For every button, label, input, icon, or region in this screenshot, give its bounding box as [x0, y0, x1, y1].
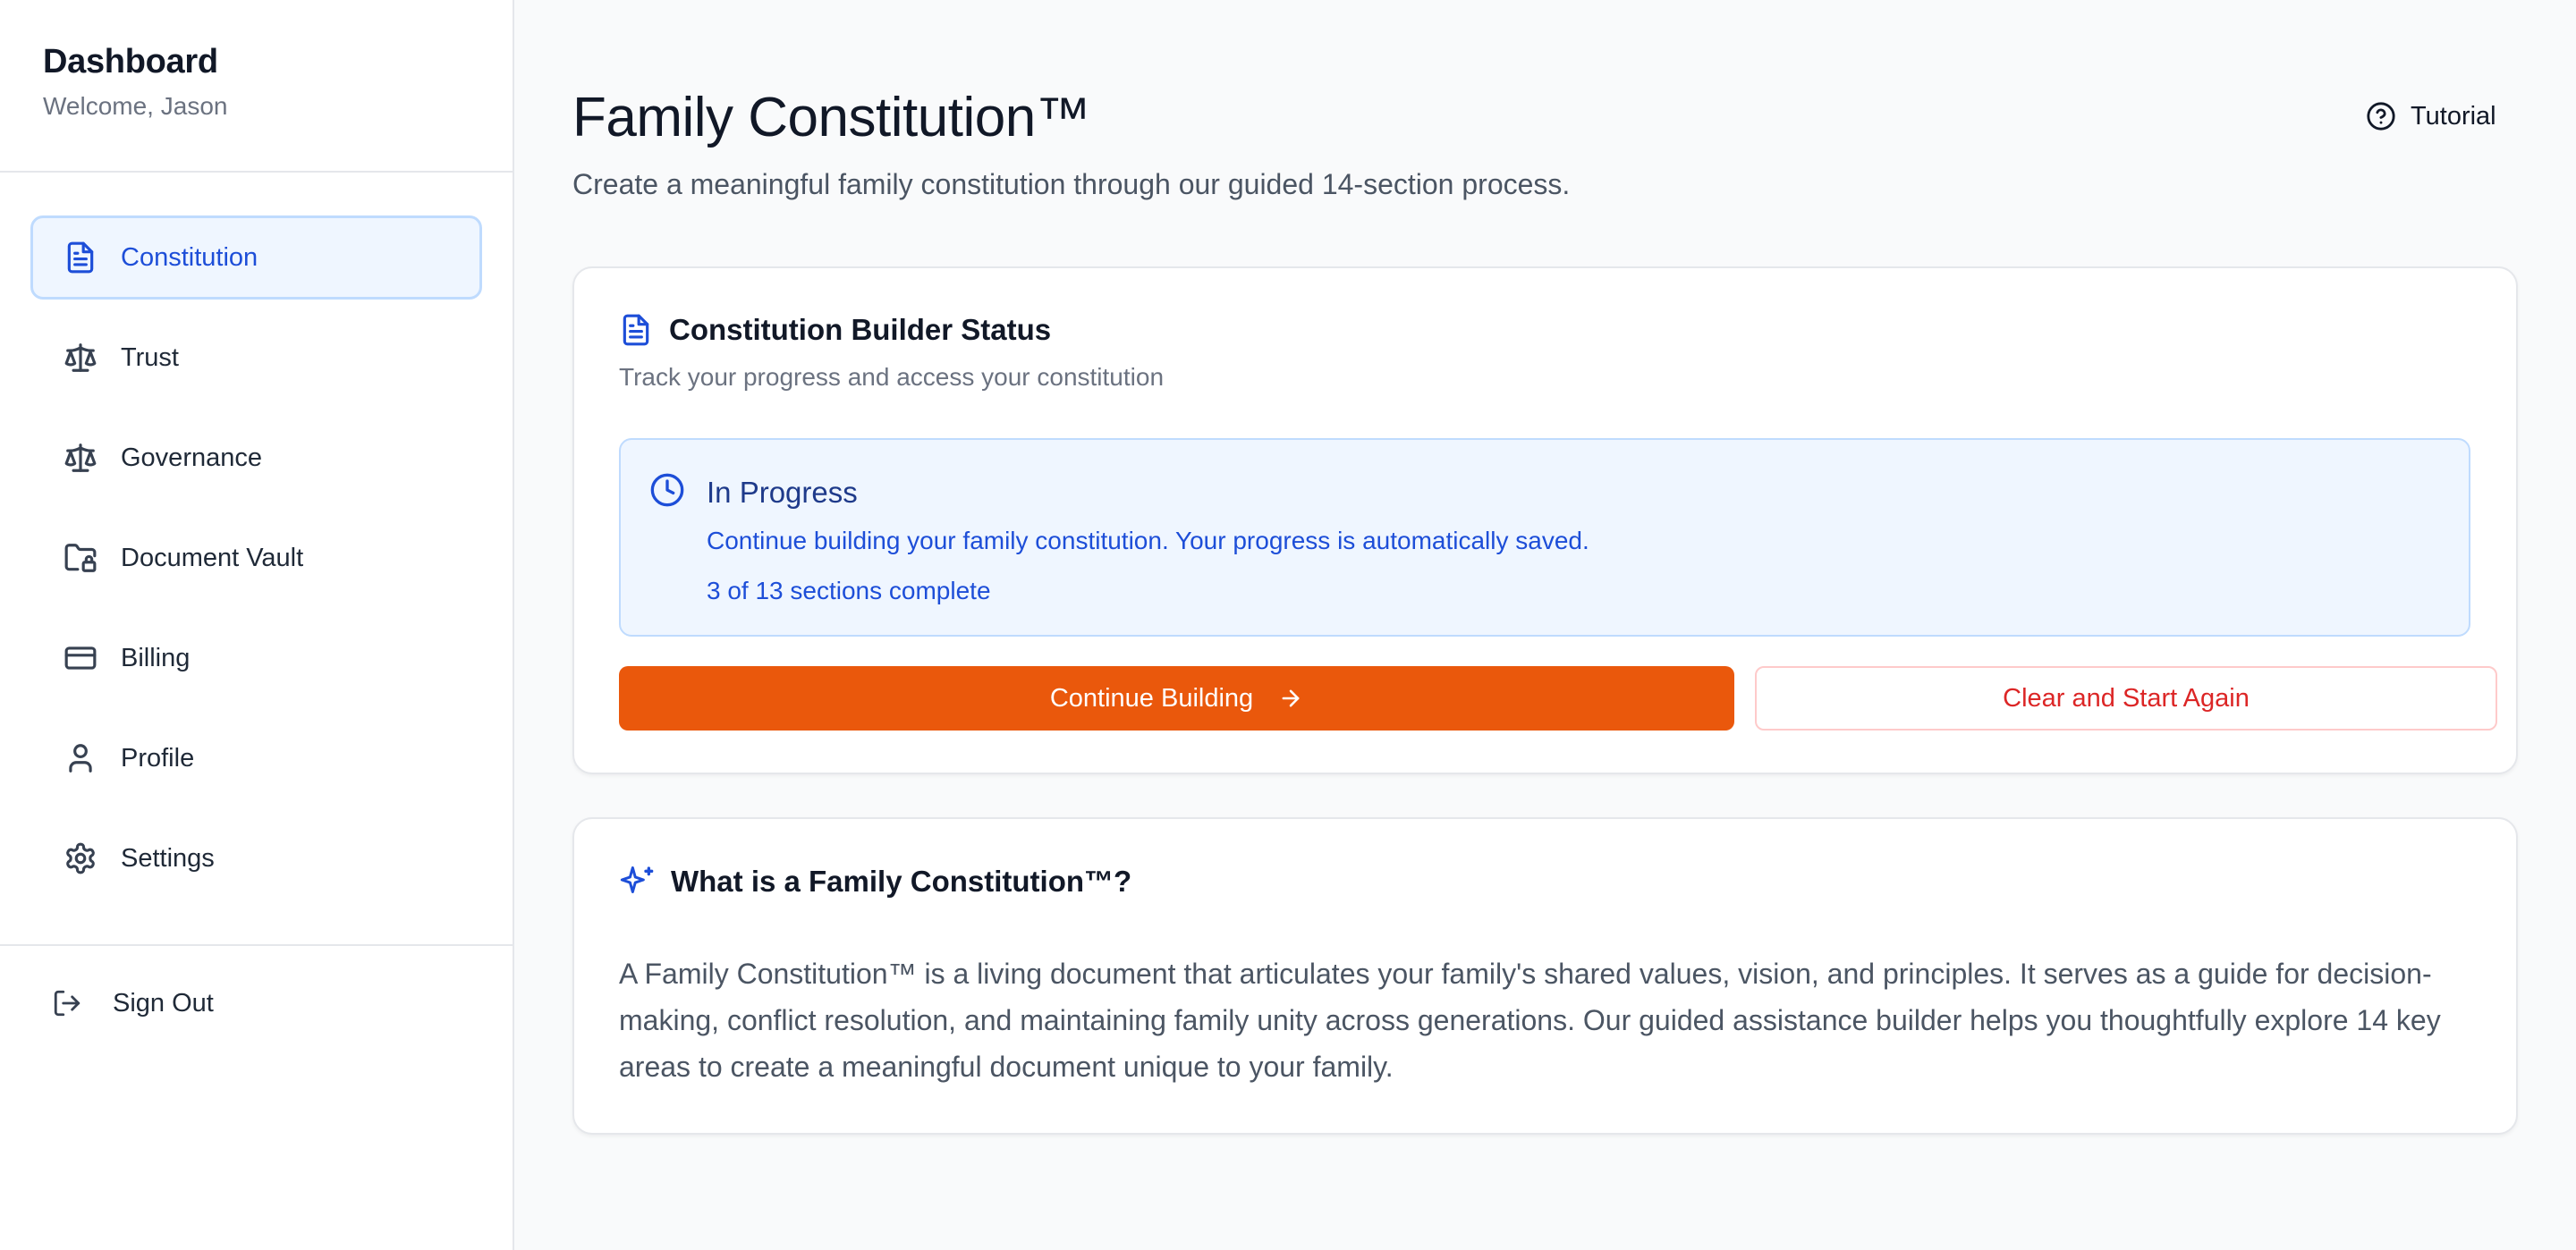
credit-card-icon	[62, 639, 99, 677]
sidebar-item-label: Constitution	[121, 242, 258, 272]
status-title: In Progress	[707, 476, 858, 509]
sign-out-button[interactable]: Sign Out	[48, 984, 214, 1022]
document-icon	[62, 239, 99, 276]
document-icon	[623, 314, 649, 346]
log-out-icon	[48, 984, 86, 1022]
sidebar-item-label: Profile	[121, 743, 195, 773]
sidebar-item-label: Billing	[121, 643, 191, 672]
sidebar-item-label: Settings	[121, 843, 215, 873]
sidebar-item-label: Document Vault	[121, 543, 304, 572]
clear-and-start-again-button[interactable]: Clear and Start Again	[1755, 666, 2497, 731]
about-description: A Family Constitution™ is a living docum…	[619, 958, 2441, 1083]
card-header: Constitution Builder Status	[619, 313, 1051, 347]
card-header: What is a Family Constitution™?	[619, 864, 1131, 899]
tutorial-button[interactable]: Tutorial	[2366, 101, 2496, 131]
sidebar-item-document-vault[interactable]: Document Vault	[30, 516, 482, 600]
card-subtitle: Track your progress and access your cons…	[619, 363, 1165, 391]
sidebar-item-label: Trust	[121, 342, 179, 372]
folder-lock-icon	[62, 539, 99, 577]
about-constitution-card: What is a Family Constitution™? A Family…	[572, 817, 2518, 1135]
welcome-text: Welcome, Jason	[43, 92, 228, 120]
sidebar-item-constitution[interactable]: Constitution	[30, 215, 482, 300]
scale-icon	[62, 439, 99, 477]
status-panel: In Progress Continue building your famil…	[619, 438, 2470, 637]
continue-building-label: Continue Building	[1049, 683, 1254, 713]
user-icon	[62, 739, 99, 777]
gear-icon	[62, 840, 99, 877]
sidebar-item-label: Governance	[121, 443, 262, 472]
sidebar-header: Dashboard Welcome, Jason	[0, 0, 513, 173]
arrow-right-icon	[1278, 686, 1303, 711]
sections-complete-count: 3 of 13 sections complete	[707, 577, 991, 604]
sidebar-title: Dashboard	[43, 43, 218, 80]
tutorial-label: Tutorial	[2411, 101, 2496, 131]
sparkles-icon	[620, 866, 654, 894]
sidebar-nav: Constitution Trust Governance Document V…	[0, 173, 513, 946]
card-title: Constitution Builder Status	[669, 313, 1052, 346]
sidebar-item-settings[interactable]: Settings	[30, 816, 482, 900]
page-subtitle: Create a meaningful family constitution …	[572, 168, 1571, 200]
sidebar: Dashboard Welcome, Jason Constitution Tr…	[0, 0, 514, 1250]
scale-icon	[62, 339, 99, 376]
clear-and-start-again-label: Clear and Start Again	[2003, 683, 2250, 713]
sidebar-item-profile[interactable]: Profile	[30, 716, 482, 800]
page-title: Family Constitution™	[572, 87, 1091, 148]
status-description: Continue building your family constituti…	[707, 527, 1589, 554]
sidebar-item-governance[interactable]: Governance	[30, 416, 482, 500]
continue-building-button[interactable]: Continue Building	[619, 666, 1734, 731]
help-circle-icon	[2367, 102, 2395, 131]
sidebar-item-trust[interactable]: Trust	[30, 316, 482, 400]
card-title: What is a Family Constitution™?	[671, 865, 1132, 898]
clock-icon	[650, 473, 684, 507]
sign-out-label: Sign Out	[113, 988, 214, 1018]
sidebar-item-billing[interactable]: Billing	[30, 616, 482, 700]
builder-status-card: Constitution Builder Status Track your p…	[572, 266, 2518, 774]
